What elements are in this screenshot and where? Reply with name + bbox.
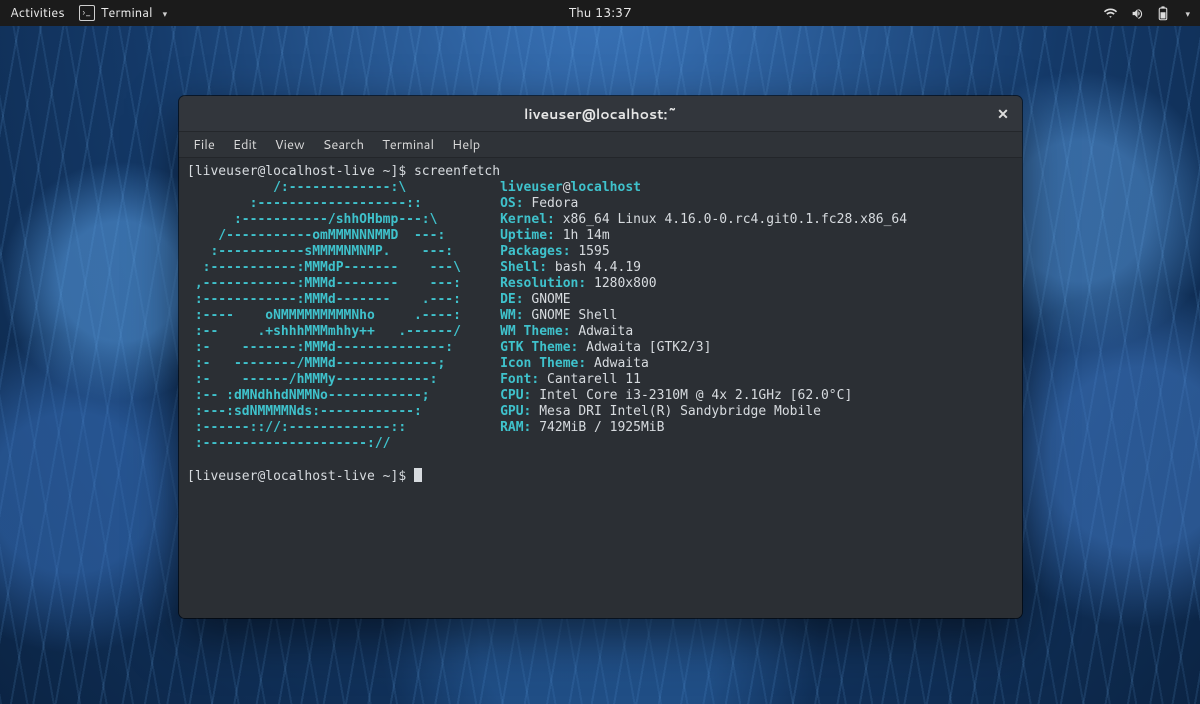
window-titlebar[interactable]: liveuser@localhost:~ ✕ [179, 96, 1022, 132]
chevron-down-icon: ▾ [1185, 7, 1190, 20]
battery-icon [1157, 6, 1169, 21]
app-menu[interactable]: ›_ Terminal ▾ [79, 4, 167, 22]
menu-help[interactable]: Help [444, 134, 488, 156]
activities-button[interactable]: Activities [10, 4, 65, 22]
window-title: liveuser@localhost:~ [524, 104, 677, 124]
menubar: File Edit View Search Terminal Help [179, 132, 1022, 158]
close-icon: ✕ [997, 104, 1009, 124]
cursor [414, 468, 422, 482]
app-menu-label: Terminal [101, 4, 153, 22]
menu-edit[interactable]: Edit [225, 134, 265, 156]
menu-search[interactable]: Search [315, 134, 372, 156]
menu-file[interactable]: File [185, 134, 223, 156]
terminal-window: liveuser@localhost:~ ✕ File Edit View Se… [179, 96, 1022, 618]
close-button[interactable]: ✕ [992, 103, 1014, 125]
terminal-icon: ›_ [79, 5, 95, 21]
chevron-down-icon: ▾ [163, 7, 168, 20]
clock[interactable]: Thu 13:37 [569, 4, 632, 22]
wifi-icon [1103, 7, 1118, 19]
menu-view[interactable]: View [267, 134, 313, 156]
gnome-top-bar: Activities ›_ Terminal ▾ Thu 13:37 ▾ [0, 0, 1200, 26]
system-tray[interactable]: ▾ [1103, 6, 1190, 21]
terminal-output[interactable]: [liveuser@localhost-live ~]$ screenfetch… [179, 158, 1022, 618]
menu-terminal[interactable]: Terminal [374, 134, 442, 156]
volume-icon [1130, 7, 1145, 20]
